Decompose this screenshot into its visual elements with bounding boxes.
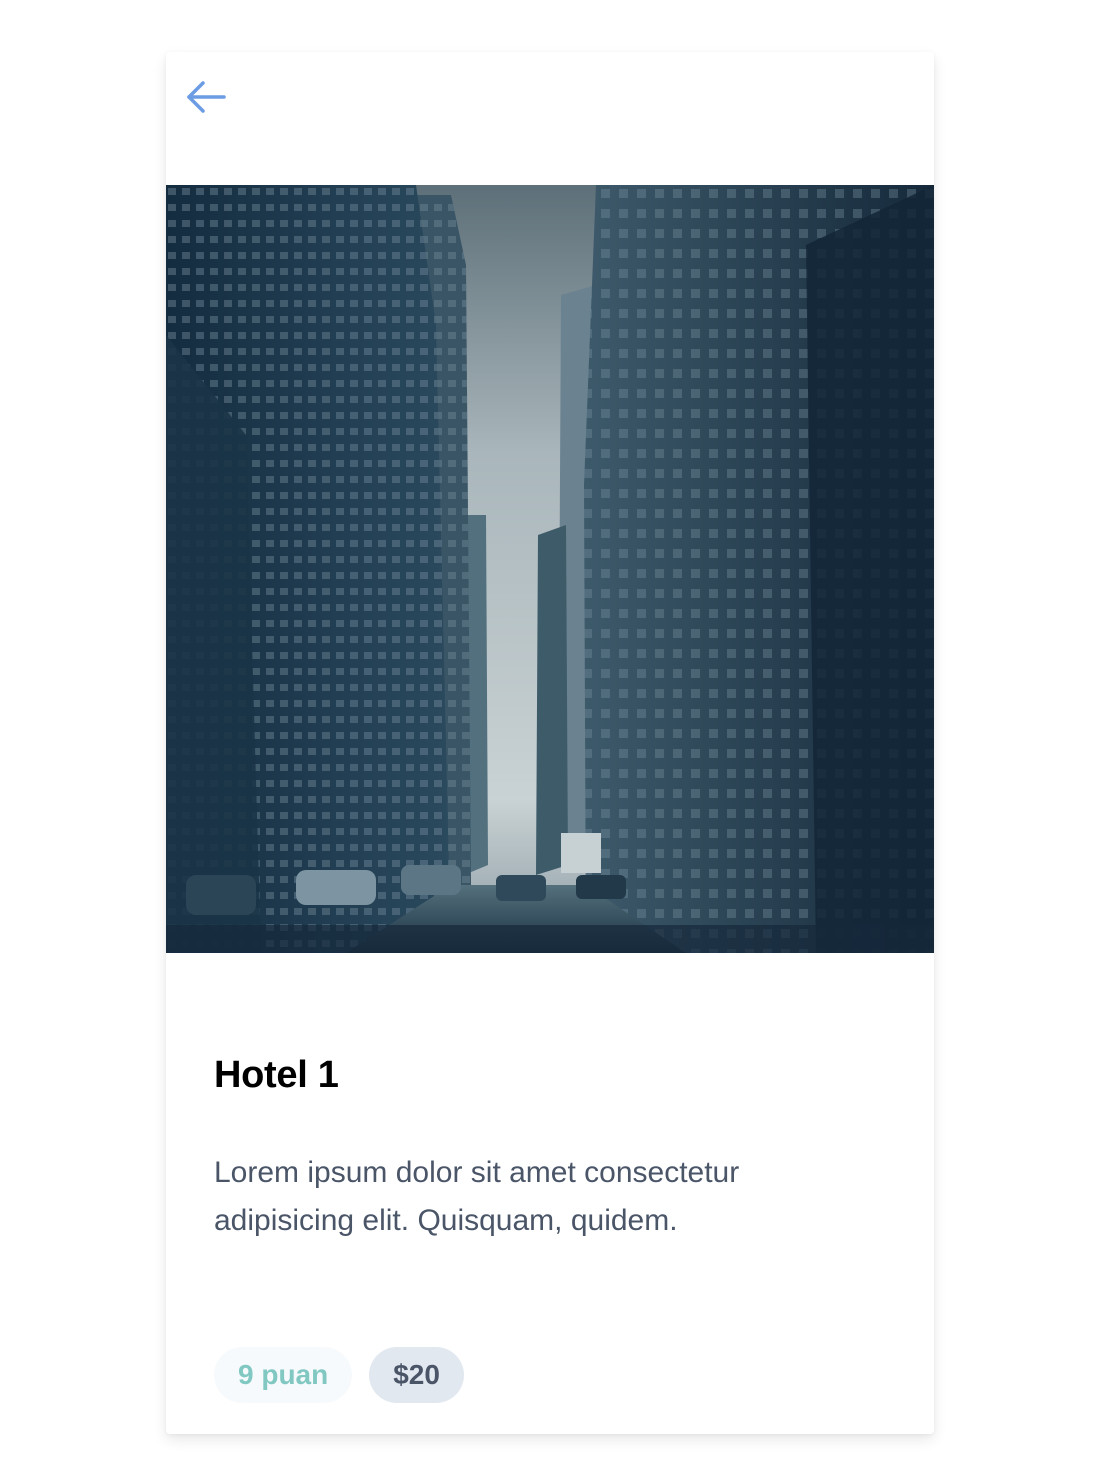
arrow-left-icon [187, 81, 226, 113]
rating-badge: 9 puan [214, 1347, 353, 1403]
hotel-card: Hotel 1 Lorem ipsum dolor sit amet conse… [166, 52, 934, 1434]
hotel-description: Lorem ipsum dolor sit amet consectetur a… [214, 1156, 740, 1237]
back-button[interactable] [184, 78, 228, 118]
hotel-tags: 9 puan $20 [214, 1347, 464, 1403]
price-badge: $20 [369, 1347, 464, 1403]
hotel-image [166, 185, 934, 953]
hotel-title: Hotel 1 [214, 1054, 339, 1096]
